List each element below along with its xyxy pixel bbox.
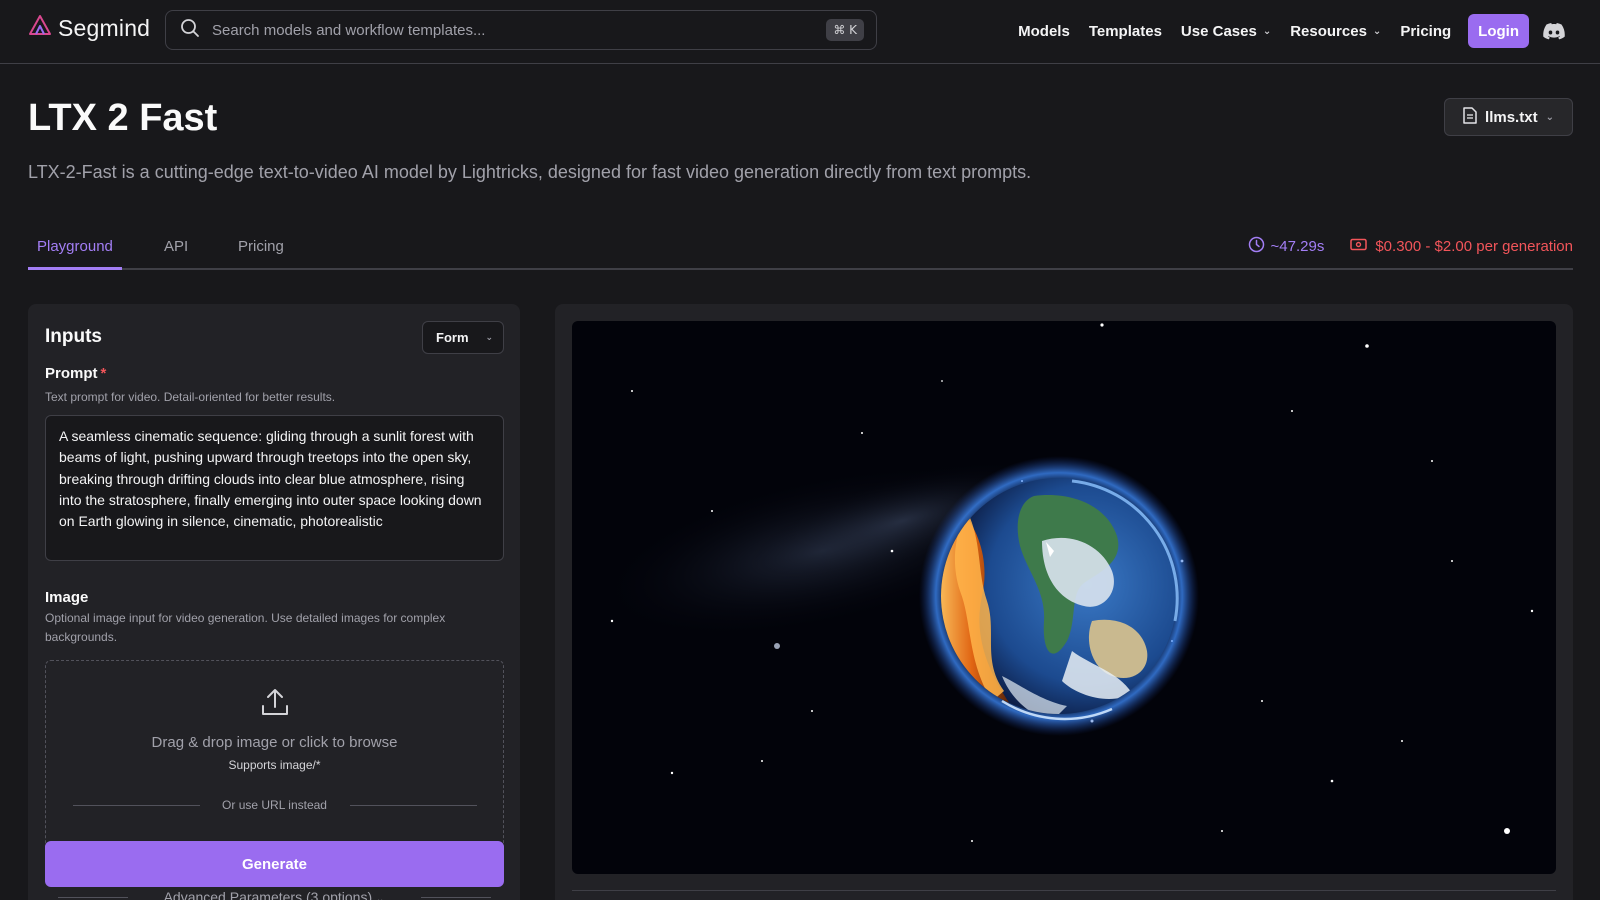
- video-frame-earth-in-space: [596, 323, 1534, 842]
- segmind-logo-icon: [28, 14, 52, 43]
- nav-resources-label: Resources: [1290, 22, 1367, 40]
- page-title: LTX 2 Fast: [28, 97, 218, 139]
- prompt-label: Prompt *: [45, 365, 106, 382]
- prompt-textarea[interactable]: A seamless cinematic sequence: gliding t…: [45, 415, 504, 561]
- generate-button[interactable]: Generate: [45, 841, 504, 887]
- nav-resources[interactable]: Resources ⌄: [1290, 23, 1381, 40]
- inputs-title: Inputs: [45, 326, 102, 347]
- nav-templates[interactable]: Templates: [1089, 23, 1162, 40]
- nav-models[interactable]: Models: [1018, 23, 1070, 40]
- tab-pricing[interactable]: Pricing: [238, 238, 284, 255]
- inputs-panel: Inputs Form ⌄ Prompt * Text prompt for vi…: [28, 304, 520, 900]
- model-description: LTX-2-Fast is a cutting-edge text-to-vid…: [28, 162, 1032, 182]
- nav-models-label: Models: [1018, 22, 1070, 40]
- active-tab-indicator: [28, 267, 122, 270]
- chevron-down-icon: ⌄: [376, 894, 385, 900]
- advanced-parameters-text: Advanced Parameters (3 options): [163, 889, 373, 900]
- nav-templates-label: Templates: [1088, 22, 1162, 40]
- required-marker: *: [100, 365, 107, 382]
- chevron-down-icon: ⌄: [1545, 111, 1554, 123]
- nav-use-cases-label: Use Cases: [1180, 22, 1257, 40]
- brand-logo[interactable]: Segmind: [28, 14, 150, 43]
- llms-txt-button[interactable]: llms.txt ⌄: [1444, 98, 1573, 136]
- image-label: Image: [45, 589, 89, 606]
- model-meta: ~47.29s $0.300 - $2.00 per generation: [1248, 236, 1573, 257]
- document-icon: [1463, 106, 1477, 128]
- generation-time-value: ~47.29s: [1270, 238, 1325, 255]
- generation-price-value: $0.300 - $2.00 per generation: [1375, 238, 1573, 255]
- output-panel: [555, 304, 1573, 900]
- search-shortcut-badge: ⌘ K: [826, 19, 864, 41]
- generation-time: ~47.29s: [1248, 236, 1325, 257]
- prompt-help: Text prompt for video. Detail-oriented f…: [45, 390, 336, 404]
- input-mode-value: Form: [436, 330, 469, 345]
- chevron-down-icon: ⌄: [485, 332, 493, 342]
- search-icon: [180, 18, 200, 43]
- nav-pricing[interactable]: Pricing: [1400, 23, 1451, 40]
- discord-icon[interactable]: [1543, 20, 1565, 42]
- search-input[interactable]: Search models and workflow templates... …: [165, 10, 877, 50]
- llms-txt-label: llms.txt: [1485, 108, 1538, 126]
- image-help: Optional image input for video generatio…: [45, 611, 446, 644]
- upload-icon: [260, 687, 290, 722]
- tab-api[interactable]: API: [164, 238, 188, 255]
- dropzone-text: Drag & drop image or click to browse: [151, 734, 398, 751]
- divider-line: [572, 890, 1556, 891]
- money-icon: [1350, 238, 1368, 255]
- input-mode-select[interactable]: Form ⌄: [422, 321, 504, 354]
- login-button[interactable]: Login: [1468, 14, 1529, 48]
- clock-icon: [1248, 236, 1265, 257]
- chevron-down-icon: ⌄: [1262, 25, 1272, 37]
- nav-pricing-label: Pricing: [1400, 22, 1452, 40]
- search-placeholder: Search models and workflow templates...: [212, 21, 486, 39]
- output-video[interactable]: [572, 321, 1556, 874]
- nav-use-cases[interactable]: Use Cases ⌄: [1181, 23, 1271, 40]
- main-nav: Models Templates Use Cases ⌄ Resources ⌄ P…: [1018, 0, 1600, 62]
- brand-name: Segmind: [58, 15, 151, 41]
- use-url-link[interactable]: Or use URL instead: [46, 798, 503, 812]
- tab-playground[interactable]: Playground: [37, 238, 113, 255]
- chevron-down-icon: ⌄: [1372, 25, 1382, 37]
- advanced-parameters-toggle[interactable]: Advanced Parameters (3 options) ⌄: [28, 889, 520, 900]
- prompt-label-text: Prompt: [45, 365, 98, 382]
- dropzone-subtext: Supports image/*: [228, 758, 321, 772]
- advanced-parameters-label: Advanced Parameters (3 options) ⌄: [28, 889, 520, 900]
- model-tabs: Playground API Pricing ~47.29s $0.300 - …: [28, 230, 1573, 270]
- generation-price: $0.300 - $2.00 per generation: [1350, 238, 1573, 255]
- top-navbar: Segmind Search models and workflow templ…: [0, 0, 1600, 64]
